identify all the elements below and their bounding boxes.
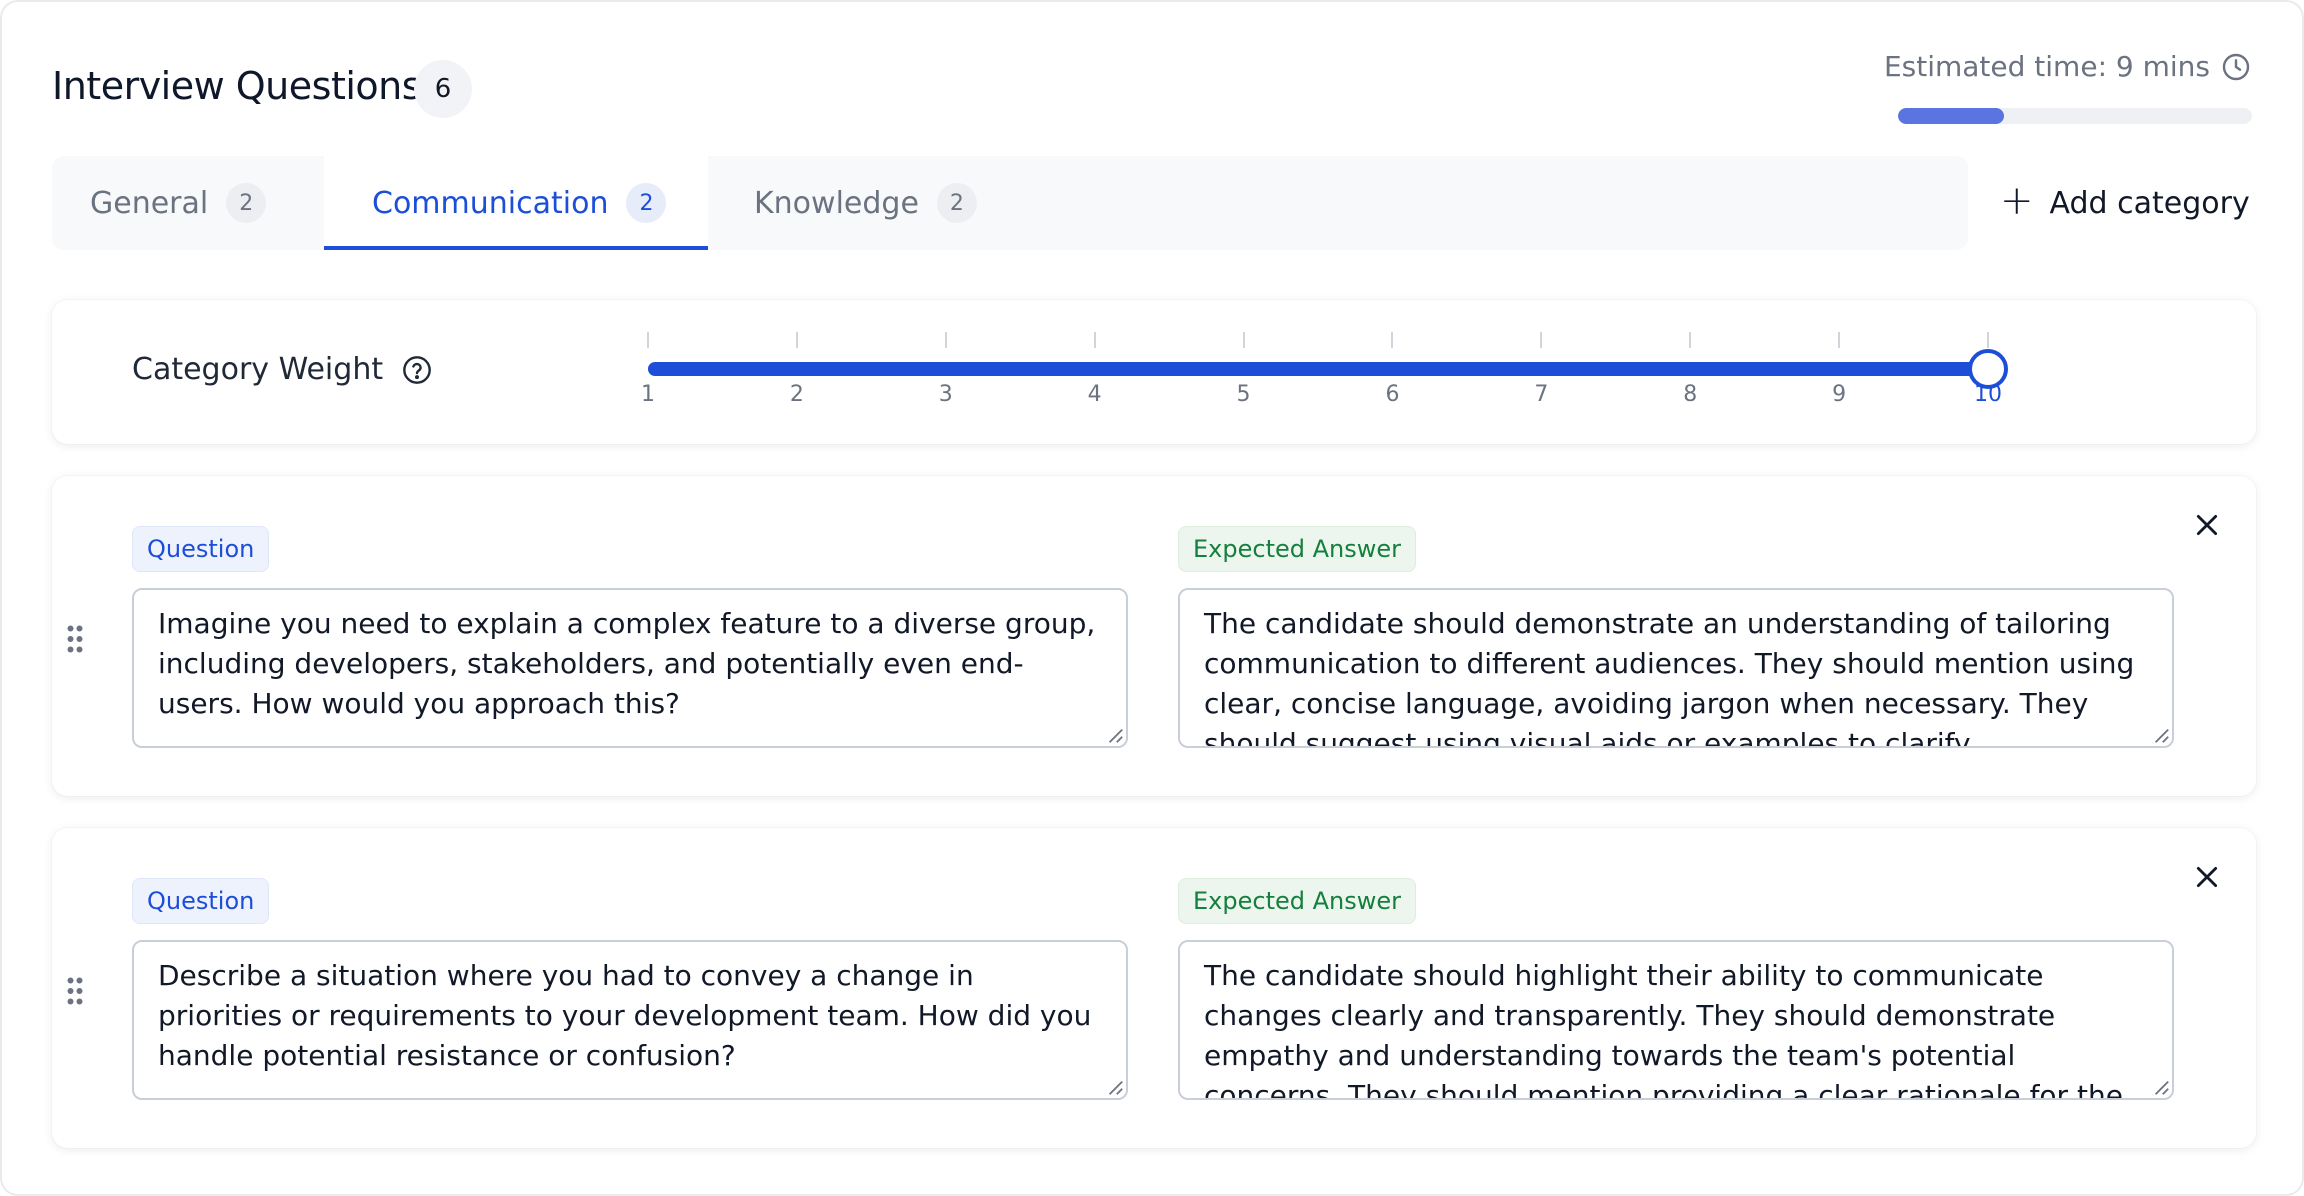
expected-answer-textarea[interactable]: The candidate should demonstrate an unde…	[1178, 588, 2174, 748]
slider-tick-label[interactable]: 1	[641, 382, 655, 407]
slider-tick-label[interactable]: 8	[1683, 382, 1697, 407]
question-card: Question Expected Answer Describe a situ…	[52, 828, 2256, 1148]
help-icon[interactable]	[401, 354, 433, 386]
resize-grip-icon[interactable]	[1106, 1078, 1124, 1096]
question-text: Describe a situation where you had to co…	[158, 959, 1092, 1072]
slider-tick-label[interactable]: 6	[1385, 382, 1399, 407]
slider-tick-label[interactable]: 3	[939, 382, 953, 407]
slider-tick	[1689, 332, 1692, 348]
question-pill: Question	[132, 526, 270, 572]
interview-questions-panel: Interview Questions 6 Estimated time: 9 …	[0, 0, 2304, 1196]
plus-icon: +	[2000, 178, 2034, 224]
slider-tick	[1540, 332, 1543, 348]
slider-tick-label[interactable]: 7	[1534, 382, 1548, 407]
slider-tick	[795, 332, 798, 348]
slider-tick	[647, 332, 649, 348]
tab-count-badge: 2	[226, 183, 267, 223]
tab-count-badge: 2	[626, 183, 667, 223]
question-textarea[interactable]: Describe a situation where you had to co…	[132, 940, 1128, 1100]
page-title: Interview Questions	[52, 64, 422, 108]
add-category-button[interactable]: + Add category	[2000, 156, 2250, 250]
add-category-label: Add category	[2049, 185, 2250, 221]
tab-general[interactable]: General 2	[90, 156, 267, 250]
time-progress-fill	[1898, 108, 2005, 124]
slider-tick-label[interactable]: 5	[1237, 382, 1251, 407]
tab-count-badge: 2	[936, 183, 977, 223]
slider-tick	[1987, 332, 1989, 348]
tab-label: Communication	[372, 185, 609, 221]
slider-tick-label[interactable]: 9	[1832, 382, 1846, 407]
category-tabs: General 2 Communication 2 Knowledge 2	[52, 156, 1968, 250]
drag-handle-icon[interactable]	[66, 624, 84, 654]
question-textarea[interactable]: Imagine you need to explain a complex fe…	[132, 588, 1128, 748]
slider-tick	[1391, 332, 1394, 348]
answer-text: The candidate should highlight their abi…	[1204, 959, 2123, 1100]
slider-tick	[1838, 332, 1841, 348]
category-weight-label: Category Weight	[132, 352, 433, 387]
answer-text: The candidate should demonstrate an unde…	[1204, 607, 2135, 748]
close-icon[interactable]	[2194, 864, 2220, 890]
slider-tick	[1242, 332, 1245, 348]
question-count-badge: 6	[414, 60, 472, 118]
drag-handle-icon[interactable]	[66, 976, 84, 1006]
slider-tick	[1093, 332, 1096, 348]
slider-track[interactable]	[648, 362, 1988, 376]
clock-icon	[2222, 53, 2250, 80]
resize-grip-icon[interactable]	[2152, 1078, 2170, 1096]
tab-label: Knowledge	[754, 185, 919, 221]
slider-tick-label[interactable]: 2	[790, 382, 804, 407]
question-pill: Question	[132, 878, 270, 924]
tab-communication[interactable]: Communication 2	[324, 156, 708, 250]
category-weight-text: Category Weight	[132, 352, 384, 387]
time-progress-bar	[1898, 108, 2252, 124]
expected-answer-pill: Expected Answer	[1178, 526, 1416, 572]
expected-answer-pill: Expected Answer	[1178, 878, 1416, 924]
estimated-time: Estimated time: 9 mins	[1884, 50, 2252, 83]
question-text: Imagine you need to explain a complex fe…	[158, 607, 1096, 720]
expected-answer-textarea[interactable]: The candidate should highlight their abi…	[1178, 940, 2174, 1100]
category-weight-card: Category Weight 1 2 3 4 5 6 7 8 9 10	[52, 300, 2256, 444]
close-icon[interactable]	[2194, 512, 2220, 538]
slider-thumb[interactable]	[1968, 349, 2008, 389]
resize-grip-icon[interactable]	[1106, 726, 1124, 744]
slider-tick	[944, 332, 947, 348]
estimated-time-label: Estimated time: 9 mins	[1883, 50, 2210, 83]
slider-tick-label[interactable]: 4	[1088, 382, 1102, 407]
resize-grip-icon[interactable]	[2152, 726, 2170, 744]
tab-knowledge[interactable]: Knowledge 2	[754, 156, 977, 250]
category-weight-slider[interactable]: 1 2 3 4 5 6 7 8 9 10	[598, 300, 2008, 444]
question-card: Question Expected Answer Imagine you nee…	[52, 476, 2256, 796]
tab-label: General	[90, 185, 209, 221]
